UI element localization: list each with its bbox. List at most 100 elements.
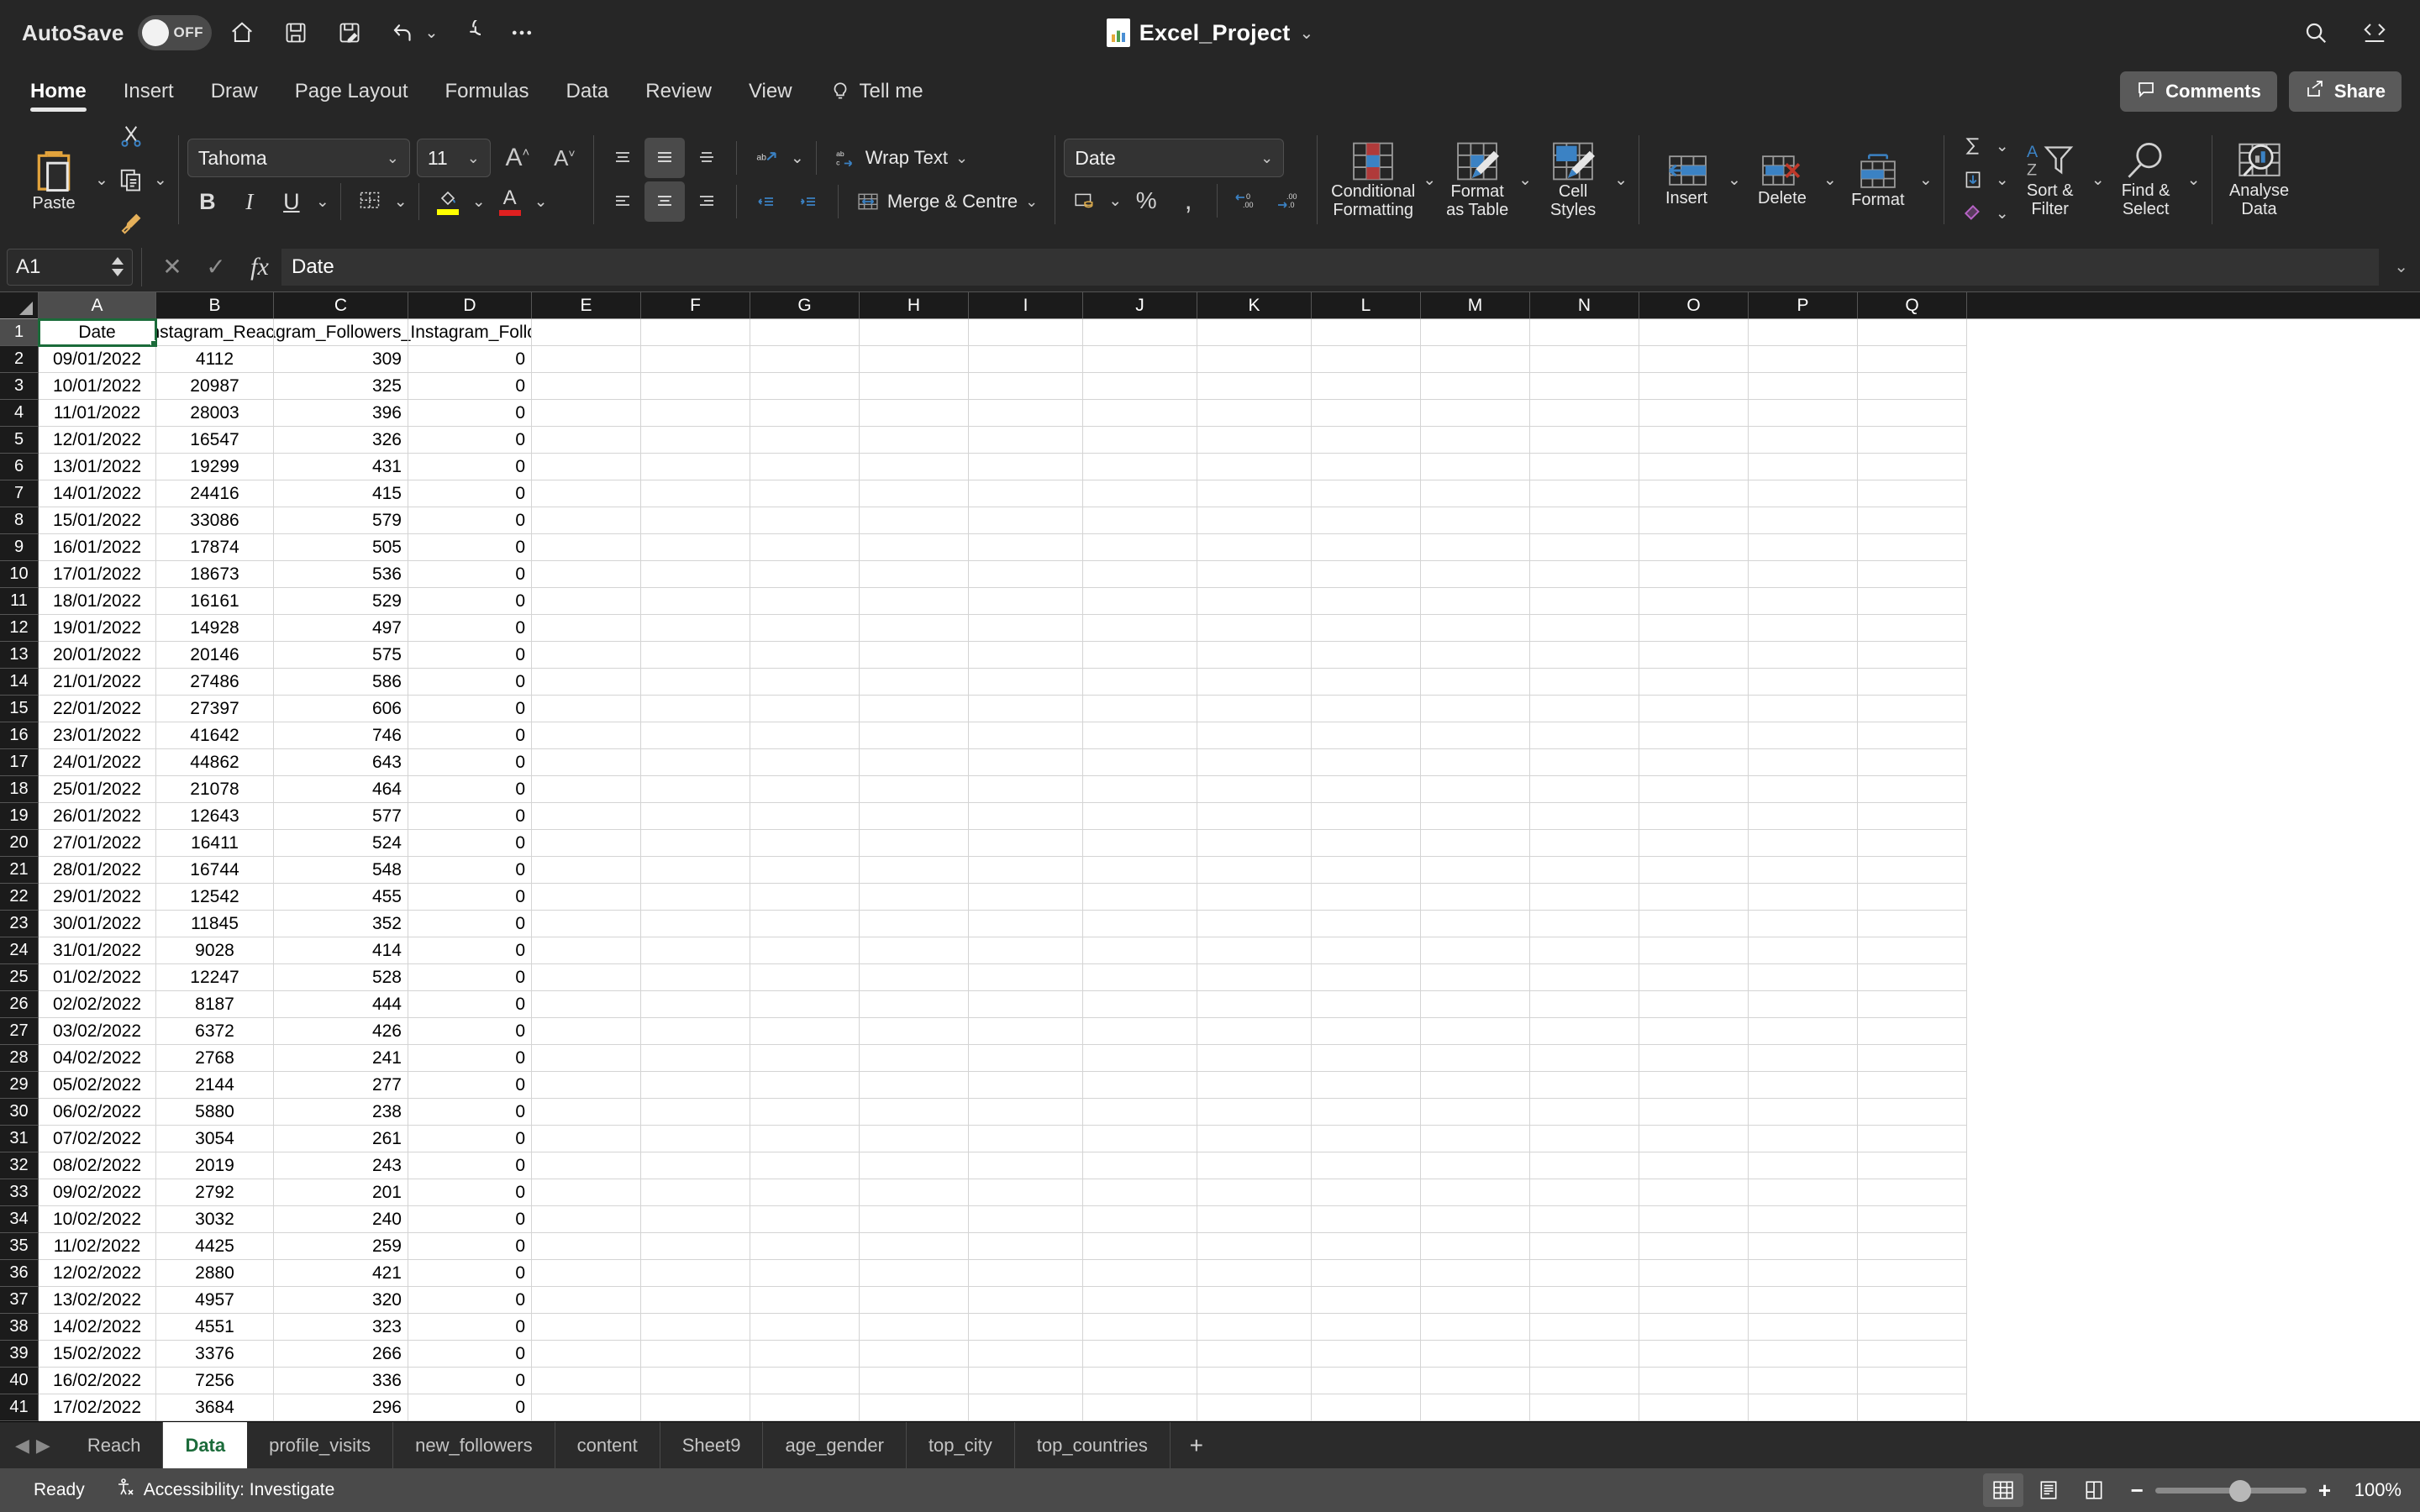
conditional-formatting-chevron-down-icon[interactable]: ⌄ (1420, 171, 1439, 190)
cell-D33[interactable]: 0 (408, 1179, 532, 1206)
cell-J20[interactable] (1083, 830, 1197, 857)
cell-H27[interactable] (860, 1018, 969, 1045)
cell-P23[interactable] (1749, 911, 1858, 937)
column-header-J[interactable]: J (1083, 292, 1197, 318)
sheet-tab-content[interactable]: content (555, 1422, 660, 1468)
cell-M2[interactable] (1421, 346, 1530, 373)
cell-N36[interactable] (1530, 1260, 1639, 1287)
cell-P32[interactable] (1749, 1152, 1858, 1179)
cell-E33[interactable] (532, 1179, 641, 1206)
column-header-G[interactable]: G (750, 292, 860, 318)
cell-Q20[interactable] (1858, 830, 1967, 857)
cell-I41[interactable] (969, 1394, 1083, 1421)
cell-J9[interactable] (1083, 534, 1197, 561)
paste-button[interactable]: Paste (15, 144, 92, 216)
cell-O7[interactable] (1639, 480, 1749, 507)
cell-L26[interactable] (1312, 991, 1421, 1018)
cell-K23[interactable] (1197, 911, 1312, 937)
cell-P36[interactable] (1749, 1260, 1858, 1287)
cell-B9[interactable]: 17874 (156, 534, 274, 561)
cell-P17[interactable] (1749, 749, 1858, 776)
cell-M36[interactable] (1421, 1260, 1530, 1287)
cell-B31[interactable]: 3054 (156, 1126, 274, 1152)
zoom-in-button[interactable]: + (2318, 1478, 2331, 1504)
cell-K18[interactable] (1197, 776, 1312, 803)
cell-N4[interactable] (1530, 400, 1639, 427)
cell-A15[interactable]: 22/01/2022 (39, 696, 156, 722)
cell-M1[interactable] (1421, 319, 1530, 346)
cell-C23[interactable]: 352 (274, 911, 408, 937)
cell-G37[interactable] (750, 1287, 860, 1314)
cell-Q14[interactable] (1858, 669, 1967, 696)
cell-Q19[interactable] (1858, 803, 1967, 830)
cell-D7[interactable]: 0 (408, 480, 532, 507)
cell-O13[interactable] (1639, 642, 1749, 669)
cell-B39[interactable]: 3376 (156, 1341, 274, 1368)
cell-styles-chevron-down-icon[interactable]: ⌄ (1612, 171, 1630, 190)
find-select-chevron-down-icon[interactable]: ⌄ (2185, 171, 2203, 190)
tab-formulas[interactable]: Formulas (427, 66, 548, 118)
cell-F28[interactable] (641, 1045, 750, 1072)
cell-M16[interactable] (1421, 722, 1530, 749)
cell-J22[interactable] (1083, 884, 1197, 911)
cell-H32[interactable] (860, 1152, 969, 1179)
cell-M10[interactable] (1421, 561, 1530, 588)
zoom-level[interactable]: 100% (2348, 1479, 2402, 1501)
cell-I14[interactable] (969, 669, 1083, 696)
cell-M21[interactable] (1421, 857, 1530, 884)
cell-K26[interactable] (1197, 991, 1312, 1018)
cell-I39[interactable] (969, 1341, 1083, 1368)
cell-L2[interactable] (1312, 346, 1421, 373)
cell-E7[interactable] (532, 480, 641, 507)
cell-J40[interactable] (1083, 1368, 1197, 1394)
insert-function-icon[interactable]: fx (238, 248, 281, 286)
cell-E39[interactable] (532, 1341, 641, 1368)
row-header-13[interactable]: 13 (0, 642, 39, 669)
cell-C29[interactable]: 277 (274, 1072, 408, 1099)
row-header-29[interactable]: 29 (0, 1072, 39, 1099)
row-header-17[interactable]: 17 (0, 749, 39, 776)
cell-C32[interactable]: 243 (274, 1152, 408, 1179)
cell-F16[interactable] (641, 722, 750, 749)
cell-C12[interactable]: 497 (274, 615, 408, 642)
cell-H12[interactable] (860, 615, 969, 642)
cell-F36[interactable] (641, 1260, 750, 1287)
enter-icon[interactable]: ✓ (194, 248, 238, 286)
cell-A19[interactable]: 26/01/2022 (39, 803, 156, 830)
cell-I27[interactable] (969, 1018, 1083, 1045)
cell-H40[interactable] (860, 1368, 969, 1394)
cell-J35[interactable] (1083, 1233, 1197, 1260)
cell-I36[interactable] (969, 1260, 1083, 1287)
cell-L33[interactable] (1312, 1179, 1421, 1206)
accessibility-status[interactable]: Accessibility: Investigate (100, 1478, 350, 1503)
cell-E23[interactable] (532, 911, 641, 937)
cell-A11[interactable]: 18/01/2022 (39, 588, 156, 615)
cell-M13[interactable] (1421, 642, 1530, 669)
cell-F35[interactable] (641, 1233, 750, 1260)
tab-home[interactable]: Home (12, 66, 105, 118)
row-header-4[interactable]: 4 (0, 400, 39, 427)
cell-K27[interactable] (1197, 1018, 1312, 1045)
cell-G11[interactable] (750, 588, 860, 615)
sheet-tab-top_countries[interactable]: top_countries (1015, 1422, 1171, 1468)
row-header-8[interactable]: 8 (0, 507, 39, 534)
row-header-34[interactable]: 34 (0, 1206, 39, 1233)
cell-L31[interactable] (1312, 1126, 1421, 1152)
cell-H23[interactable] (860, 911, 969, 937)
cell-B33[interactable]: 2792 (156, 1179, 274, 1206)
cell-L38[interactable] (1312, 1314, 1421, 1341)
cell-K20[interactable] (1197, 830, 1312, 857)
cell-K35[interactable] (1197, 1233, 1312, 1260)
cell-K12[interactable] (1197, 615, 1312, 642)
cell-G30[interactable] (750, 1099, 860, 1126)
cell-O25[interactable] (1639, 964, 1749, 991)
cell-C39[interactable]: 266 (274, 1341, 408, 1368)
home-icon[interactable] (218, 9, 266, 56)
cell-A4[interactable]: 11/01/2022 (39, 400, 156, 427)
cell-J5[interactable] (1083, 427, 1197, 454)
font-color-button[interactable]: A (490, 181, 530, 222)
font-name-select[interactable]: Tahoma ⌄ (187, 139, 410, 177)
cell-G14[interactable] (750, 669, 860, 696)
cell-G21[interactable] (750, 857, 860, 884)
cell-Q16[interactable] (1858, 722, 1967, 749)
